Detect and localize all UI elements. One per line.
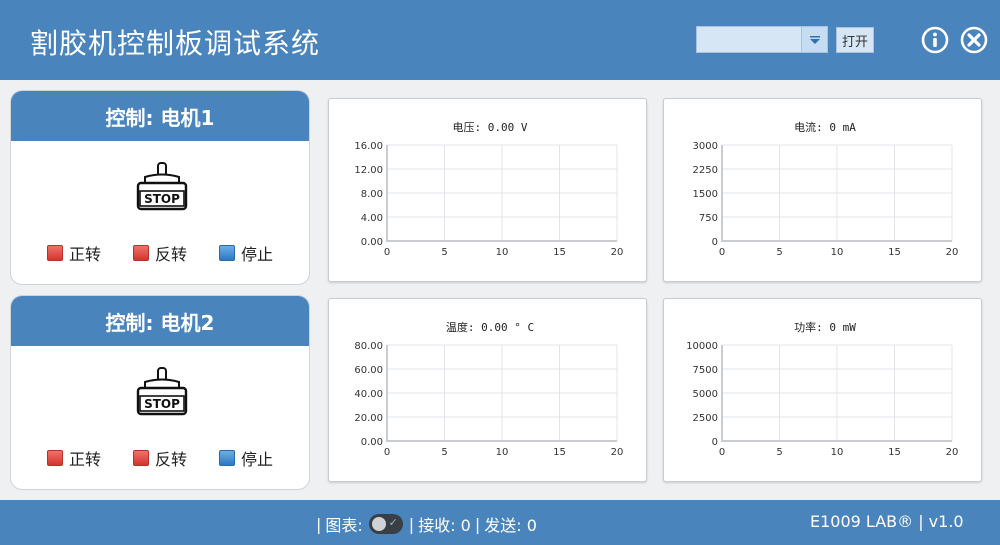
y-tick-label: 5000 xyxy=(693,389,718,400)
motor-stop-label: STOP xyxy=(144,397,180,411)
y-tick-label: 20.00 xyxy=(354,413,383,424)
motor-stop-label: STOP xyxy=(144,192,180,206)
chart-title: 温度: 0.00 ° C xyxy=(446,320,534,334)
temperature-chart: 温度: 0.00 ° C 0 5 10 15 20 0.00 20.00 40.00 60.00 8… xyxy=(328,298,647,482)
motor-2-stop-button[interactable]: 停止 xyxy=(219,446,273,470)
receive-count: 接收: 0 xyxy=(418,516,471,535)
motor-stop-icon: STOP xyxy=(136,162,188,211)
brand-version: E1009 LAB® | v1.0 xyxy=(810,512,964,531)
y-tick-label: 2500 xyxy=(693,413,718,424)
x-tick-label: 5 xyxy=(441,247,447,258)
forward-label: 正转 xyxy=(69,450,102,469)
y-tick-label: 750 xyxy=(699,213,718,224)
y-tick-label: 0.00 xyxy=(361,237,383,248)
chart-title: 电流: 0 mA xyxy=(794,120,856,134)
info-icon[interactable] xyxy=(921,26,949,54)
x-tick-label: 0 xyxy=(719,447,725,458)
x-tick-label: 0 xyxy=(384,247,390,258)
serial-port-select[interactable] xyxy=(696,26,828,53)
chart-toggle-label: 图表: xyxy=(325,516,363,535)
x-tick-label: 20 xyxy=(946,247,959,258)
current-chart-plot: 电流: 0 mA 0 5 10 15 20 0 750 1500 2250 3000 xyxy=(693,120,959,258)
send-count: 发送: 0 xyxy=(484,516,537,535)
stop-label: 停止 xyxy=(241,450,274,469)
motor-2-forward-button[interactable]: 正转 xyxy=(47,446,101,470)
y-tick-label: 10000 xyxy=(686,341,718,352)
motor-1-card: 控制: 电机1 STOP 正转 反转 停止 xyxy=(10,90,310,285)
red-square-icon xyxy=(133,245,149,261)
y-tick-label: 7500 xyxy=(693,365,718,376)
x-tick-label: 15 xyxy=(888,447,901,458)
red-square-icon xyxy=(47,450,63,466)
y-tick-label: 0 xyxy=(712,437,718,448)
app-title: 割胶机控制板调试系统 xyxy=(30,27,321,60)
motor-1-title: 控制: 电机1 xyxy=(11,91,309,141)
motor-2-title: 控制: 电机2 xyxy=(11,296,309,346)
x-tick-label: 20 xyxy=(611,247,624,258)
x-tick-label: 5 xyxy=(776,447,782,458)
y-tick-label: 12.00 xyxy=(354,165,383,176)
y-tick-label: 8.00 xyxy=(361,189,383,200)
blue-square-icon xyxy=(219,245,235,261)
chart-title: 功率: 0 mW xyxy=(794,320,856,334)
voltage-chart: 电压: 0.00 V 0 5 10 15 20 0.00 4.00 8.00 12.00 16.00 xyxy=(328,98,647,282)
chart-title: 电压: 0.00 V xyxy=(453,121,528,134)
chevron-down-icon[interactable] xyxy=(801,27,827,52)
y-tick-label: 4.00 xyxy=(361,213,383,224)
y-tick-label: 3000 xyxy=(693,141,718,152)
status-separator: | xyxy=(316,514,322,534)
motor-1-reverse-button[interactable]: 反转 xyxy=(133,241,187,265)
x-tick-label: 5 xyxy=(441,447,447,458)
y-tick-label: 40.00 xyxy=(354,389,383,400)
status-separator: | xyxy=(408,514,415,534)
x-tick-label: 15 xyxy=(553,247,566,258)
chart-toggle[interactable]: ✓ xyxy=(368,514,403,534)
x-tick-label: 20 xyxy=(946,447,959,458)
x-tick-label: 10 xyxy=(496,447,509,458)
red-square-icon xyxy=(47,245,63,261)
reverse-label: 反转 xyxy=(155,245,188,264)
power-chart-plot: 功率: 0 mW 0 5 10 15 20 0 2500 5000 7500 10000 xyxy=(686,320,959,458)
motor-stop-icon: STOP xyxy=(136,367,188,416)
y-tick-label: 2250 xyxy=(693,165,718,176)
stop-label: 停止 xyxy=(241,245,274,264)
toggle-knob xyxy=(371,517,386,531)
motor-2-reverse-button[interactable]: 反转 xyxy=(133,446,187,470)
x-tick-label: 20 xyxy=(611,447,624,458)
x-tick-label: 15 xyxy=(553,447,566,458)
x-tick-label: 10 xyxy=(831,447,844,458)
x-tick-label: 10 xyxy=(831,247,844,258)
open-port-button[interactable]: 打开 xyxy=(836,27,874,53)
status-separator: | xyxy=(474,514,481,534)
x-tick-label: 10 xyxy=(496,247,509,258)
y-tick-label: 60.00 xyxy=(354,365,383,376)
y-tick-label: 16.00 xyxy=(354,141,383,152)
power-chart: 功率: 0 mW 0 5 10 15 20 0 2500 5000 7500 10000 xyxy=(663,298,982,482)
x-tick-label: 0 xyxy=(384,447,390,458)
check-icon: ✓ xyxy=(388,516,398,529)
motor-1-forward-button[interactable]: 正转 xyxy=(47,241,101,265)
title-bar: 割胶机控制板调试系统 打开 xyxy=(0,0,1000,80)
red-square-icon xyxy=(133,450,149,466)
temperature-chart-plot: 温度: 0.00 ° C 0 5 10 15 20 0.00 20.00 40.00 60.00 8… xyxy=(354,320,624,458)
x-tick-label: 0 xyxy=(719,247,725,258)
reverse-label: 反转 xyxy=(155,450,188,469)
forward-label: 正转 xyxy=(69,245,102,264)
motor-1-stop-button[interactable]: 停止 xyxy=(219,241,273,265)
x-tick-label: 15 xyxy=(888,247,901,258)
current-chart: 电流: 0 mA 0 5 10 15 20 0 750 1500 2250 3000 xyxy=(663,98,982,282)
motor-2-card: 控制: 电机2 STOP 正转 反转 停止 xyxy=(10,295,310,490)
y-tick-label: 1500 xyxy=(693,189,718,200)
x-tick-label: 5 xyxy=(776,247,782,258)
blue-square-icon xyxy=(219,450,235,466)
close-icon[interactable] xyxy=(960,26,988,54)
y-tick-label: 0.00 xyxy=(361,437,383,448)
y-tick-label: 80.00 xyxy=(354,341,383,352)
voltage-chart-plot: 电压: 0.00 V 0 5 10 15 20 0.00 4.00 8.00 12.00 16.00 xyxy=(354,121,624,258)
status-bar: | 图表: ✓ | 接收: 0 | 发送: 0 E1009 LAB® | v1.… xyxy=(0,500,1000,545)
y-tick-label: 0 xyxy=(712,237,718,248)
